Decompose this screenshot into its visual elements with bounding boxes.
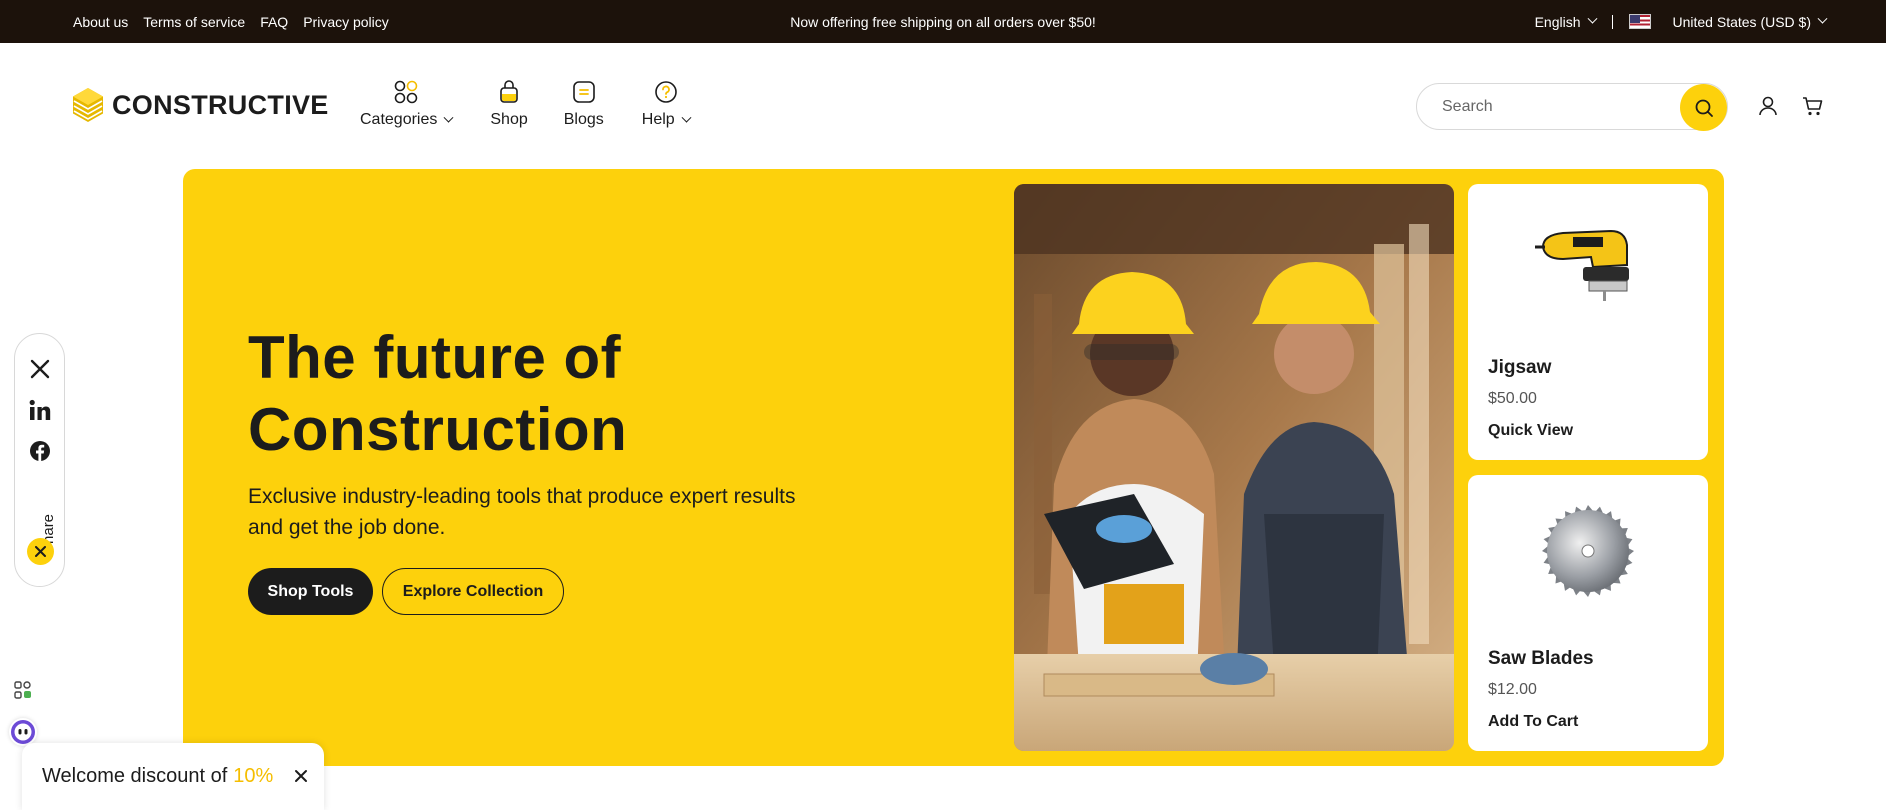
share-rail: Share <box>14 333 65 587</box>
account-button[interactable] <box>1756 94 1780 118</box>
search-icon <box>1695 99 1713 117</box>
apps-icon <box>14 681 31 699</box>
apps-widget-button[interactable] <box>9 676 37 704</box>
nav-categories[interactable]: Categories <box>360 79 454 129</box>
close-icon <box>35 546 46 557</box>
hero-title-line-1: The future of <box>248 324 622 391</box>
quick-view-button[interactable]: Quick View <box>1488 422 1573 440</box>
brand-logo[interactable]: CONSTRUCTIVE <box>72 87 329 123</box>
bag-icon <box>496 79 522 105</box>
search-box <box>1416 83 1728 131</box>
saw-blade-image <box>1528 501 1648 601</box>
about-us-link[interactable]: About us <box>73 14 128 30</box>
discount-percent: 10% <box>233 765 274 787</box>
nav-help-label: Help <box>641 111 675 128</box>
hero-image <box>1014 184 1454 751</box>
product-card-saw-blades[interactable]: Saw Blades $12.00 Add To Cart <box>1468 475 1708 751</box>
country-selector[interactable]: United States (USD $) <box>1628 13 1828 30</box>
document-icon <box>571 79 597 105</box>
chatbot-icon <box>11 720 35 744</box>
nav-shop-label: Shop <box>490 111 528 128</box>
logo-mark-icon <box>73 88 103 122</box>
faq-link[interactable]: FAQ <box>260 14 288 30</box>
divider <box>1611 14 1613 29</box>
product-card-jigsaw[interactable]: Jigsaw $50.00 Quick View <box>1468 184 1708 460</box>
user-icon <box>1759 96 1777 116</box>
locale-selectors: English United States (USD $) <box>1534 0 1828 43</box>
linkedin-icon <box>29 399 51 420</box>
main-nav: Categories Shop Blogs Help <box>360 79 692 129</box>
product-price: $12.00 <box>1488 681 1537 698</box>
search-input[interactable] <box>1417 97 1667 116</box>
explore-collection-button[interactable]: Explore Collection <box>382 568 564 615</box>
terms-of-service-link[interactable]: Terms of service <box>143 14 245 30</box>
privacy-policy-link[interactable]: Privacy policy <box>303 14 389 30</box>
share-facebook-button[interactable] <box>29 440 51 462</box>
share-x-button[interactable] <box>29 358 51 380</box>
share-linkedin-button[interactable] <box>29 399 51 421</box>
product-name: Jigsaw <box>1488 357 1552 378</box>
nav-shop[interactable]: Shop <box>490 79 528 129</box>
nav-categories-label: Categories <box>360 111 438 128</box>
announcement-bar: About us Terms of service FAQ Privacy po… <box>0 0 1886 43</box>
chevron-down-icon <box>443 112 454 123</box>
product-price: $50.00 <box>1488 390 1537 407</box>
language-label: English <box>1534 13 1581 30</box>
hero-title: The future of Construction <box>248 322 627 466</box>
us-flag-icon <box>1628 14 1651 29</box>
hero-subtitle: Exclusive industry-leading tools that pr… <box>248 485 796 539</box>
cart-button[interactable] <box>1801 94 1825 118</box>
facebook-icon <box>30 441 50 461</box>
search-button[interactable] <box>1680 84 1727 131</box>
add-to-cart-button[interactable]: Add To Cart <box>1488 713 1578 731</box>
chevron-down-icon <box>681 112 692 123</box>
share-toggle-button[interactable] <box>27 538 54 565</box>
nav-blogs-label: Blogs <box>563 111 604 128</box>
nav-blogs[interactable]: Blogs <box>564 79 604 129</box>
discount-close-button[interactable] <box>290 765 312 787</box>
language-selector[interactable]: English <box>1534 13 1597 30</box>
hero-title-line-2: Construction <box>248 396 628 463</box>
close-icon <box>295 770 307 782</box>
chevron-down-icon <box>1587 13 1597 24</box>
brand-name: CONSTRUCTIVE <box>112 89 329 120</box>
welcome-discount-popup[interactable]: Welcome discount of 10% <box>22 743 324 810</box>
question-icon <box>653 79 679 105</box>
product-name: Saw Blades <box>1488 648 1594 669</box>
discount-text: Welcome discount of <box>42 765 228 787</box>
x-icon <box>30 359 50 379</box>
utility-links: About us Terms of service FAQ Privacy po… <box>73 0 389 43</box>
chevron-down-icon <box>1817 13 1828 24</box>
shop-tools-button[interactable]: Shop Tools <box>248 568 373 615</box>
grid-icon <box>393 79 419 105</box>
chat-widget-button[interactable] <box>9 718 37 746</box>
hero-banner: The future of Construction Exclusive ind… <box>183 169 1724 766</box>
cart-icon <box>1803 97 1823 116</box>
jigsaw-image <box>1528 210 1648 310</box>
announcement-text: Now offering free shipping on all orders… <box>790 13 1096 30</box>
nav-help[interactable]: Help <box>641 79 692 129</box>
country-label: United States (USD $) <box>1672 13 1812 30</box>
site-header: CONSTRUCTIVE Categories Shop Blogs Help <box>0 43 1886 169</box>
